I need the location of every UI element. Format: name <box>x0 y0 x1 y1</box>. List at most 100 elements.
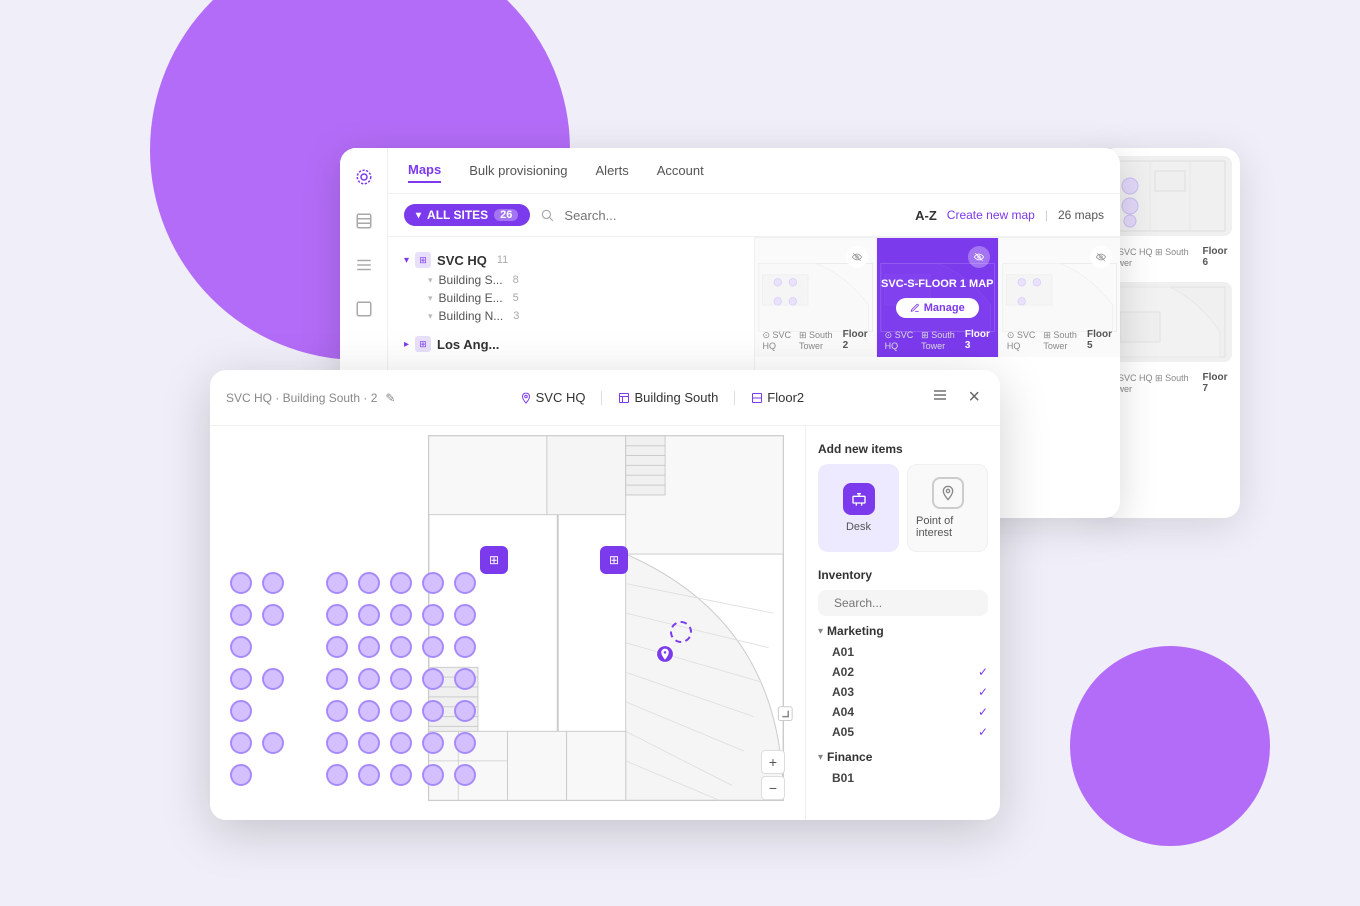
desk-dot[interactable] <box>454 700 476 722</box>
nav-item-alerts[interactable]: Alerts <box>596 163 629 182</box>
floor-edit-icon[interactable]: ✎ <box>385 391 395 405</box>
desk-dot[interactable] <box>422 700 444 722</box>
sidebar-icon-settings[interactable] <box>351 296 377 322</box>
desk-dot[interactable] <box>454 668 476 690</box>
right-fragment-map-2 <box>1108 282 1232 362</box>
desk-dot[interactable] <box>390 700 412 722</box>
desk-dot[interactable] <box>358 572 380 594</box>
desk-icon-1[interactable]: ⊞ <box>480 546 508 574</box>
inventory-search-input[interactable] <box>834 596 989 610</box>
desk-dot[interactable] <box>230 604 252 626</box>
create-new-map-link[interactable]: Create new map <box>947 208 1035 222</box>
tree-building-name-e: Building E... <box>439 291 503 305</box>
nav-item-account[interactable]: Account <box>657 163 704 182</box>
map-eye-icon-floor3[interactable] <box>968 246 990 268</box>
desk-dot[interactable] <box>390 636 412 658</box>
desk-dot[interactable] <box>454 636 476 658</box>
map-footer-loc2-floor2: ⊞ South Tower <box>799 330 843 351</box>
search-icon <box>540 208 554 222</box>
zoom-in-button[interactable]: + <box>761 750 785 774</box>
map-card-floor2[interactable]: ⊙ SVC HQ ⊞ South Tower Floor 2 <box>755 238 877 357</box>
desk-dot[interactable] <box>358 604 380 626</box>
inventory-item-a04[interactable]: A04 ✓ <box>818 702 988 722</box>
tree-building-count-s: 8 <box>513 274 519 286</box>
inventory-group-header-finance[interactable]: ▾ Finance <box>818 750 988 764</box>
desk-dot[interactable] <box>230 668 252 690</box>
desk-dot[interactable] <box>262 572 284 594</box>
desk-dot[interactable] <box>454 732 476 754</box>
sidebar-icon-layers[interactable] <box>351 208 377 234</box>
desk-dot[interactable] <box>422 604 444 626</box>
desk-dot[interactable] <box>358 700 380 722</box>
desk-dot[interactable] <box>230 572 252 594</box>
desk-dot[interactable] <box>390 572 412 594</box>
tree-building-n[interactable]: ▾ Building N... 3 <box>404 307 738 325</box>
desk-dot[interactable] <box>262 668 284 690</box>
map-footer-loc1-floor2: ⊙ SVC HQ <box>763 330 795 351</box>
desk-dot[interactable] <box>326 604 348 626</box>
inventory-check-a04: ✓ <box>978 705 988 719</box>
separator: | <box>1045 208 1048 222</box>
maps-search-input[interactable] <box>564 208 905 223</box>
desk-dot[interactable] <box>358 636 380 658</box>
all-sites-badge[interactable]: ▾ ALL SITES 26 <box>404 204 530 226</box>
map-eye-icon-floor5[interactable] <box>1090 246 1112 268</box>
desk-dot[interactable] <box>326 700 348 722</box>
floor-map-area[interactable]: ⊞ ⊞ <box>210 426 805 820</box>
desk-dot[interactable] <box>230 700 252 722</box>
map-eye-icon-floor2[interactable] <box>846 246 868 268</box>
floor-list-button[interactable] <box>928 383 952 412</box>
manage-button-floor3[interactable]: Manage <box>896 298 979 318</box>
drag-item-dashed[interactable] <box>670 621 692 643</box>
desk-dot[interactable] <box>390 764 412 786</box>
inventory-item-name-a01: A01 <box>832 645 854 659</box>
desk-grid <box>230 572 480 790</box>
desk-dot[interactable] <box>454 604 476 626</box>
desk-dot[interactable] <box>422 732 444 754</box>
desk-dot[interactable] <box>422 764 444 786</box>
desk-dot[interactable] <box>262 732 284 754</box>
add-item-poi[interactable]: Point of interest <box>907 464 988 552</box>
desk-dot[interactable] <box>390 668 412 690</box>
tree-site-icon-la: ⊞ <box>415 336 431 352</box>
map-card-floor3[interactable]: SVC-S-FLOOR 1 MAP Manage <box>877 238 999 357</box>
tree-building-e[interactable]: ▾ Building E... 5 <box>404 289 738 307</box>
location-pin-map[interactable] <box>655 644 675 669</box>
inventory-item-a05[interactable]: A05 ✓ <box>818 722 988 742</box>
desk-dot[interactable] <box>230 732 252 754</box>
desk-dot[interactable] <box>422 636 444 658</box>
floor-close-button[interactable]: × <box>964 382 984 413</box>
zoom-out-button[interactable]: − <box>761 776 785 800</box>
add-item-desk[interactable]: Desk <box>818 464 899 552</box>
inventory-item-a02[interactable]: A02 ✓ <box>818 662 988 682</box>
inventory-group-header-marketing[interactable]: ▾ Marketing <box>818 624 988 638</box>
sidebar-icon-home[interactable] <box>351 164 377 190</box>
inventory-item-b01[interactable]: B01 <box>818 768 988 788</box>
map-card-floor5[interactable]: ⊙ SVC HQ ⊞ South Tower Floor 5 <box>999 238 1120 357</box>
desk-dot[interactable] <box>390 604 412 626</box>
inventory-item-a01[interactable]: A01 <box>818 642 988 662</box>
nav-item-maps[interactable]: Maps <box>408 162 441 183</box>
desk-dot[interactable] <box>326 636 348 658</box>
desk-dot[interactable] <box>454 764 476 786</box>
nav-item-bulk[interactable]: Bulk provisioning <box>469 163 567 182</box>
add-items-section: Add new items Desk <box>818 442 988 552</box>
desk-icon-2[interactable]: ⊞ <box>600 546 628 574</box>
desk-dot[interactable] <box>262 604 284 626</box>
desk-dot[interactable] <box>230 764 252 786</box>
desk-dot[interactable] <box>326 668 348 690</box>
desk-dot[interactable] <box>390 732 412 754</box>
desk-dot[interactable] <box>326 764 348 786</box>
desk-dot[interactable] <box>326 572 348 594</box>
inventory-item-a03[interactable]: A03 ✓ <box>818 682 988 702</box>
desk-dot[interactable] <box>358 764 380 786</box>
sidebar-icon-list[interactable] <box>351 252 377 278</box>
desk-dot[interactable] <box>422 572 444 594</box>
desk-dot[interactable] <box>326 732 348 754</box>
desk-dot[interactable] <box>230 636 252 658</box>
tree-building-s[interactable]: ▾ Building S... 8 <box>404 271 738 289</box>
desk-dot[interactable] <box>422 668 444 690</box>
desk-dot[interactable] <box>454 572 476 594</box>
desk-dot[interactable] <box>358 732 380 754</box>
desk-dot[interactable] <box>358 668 380 690</box>
